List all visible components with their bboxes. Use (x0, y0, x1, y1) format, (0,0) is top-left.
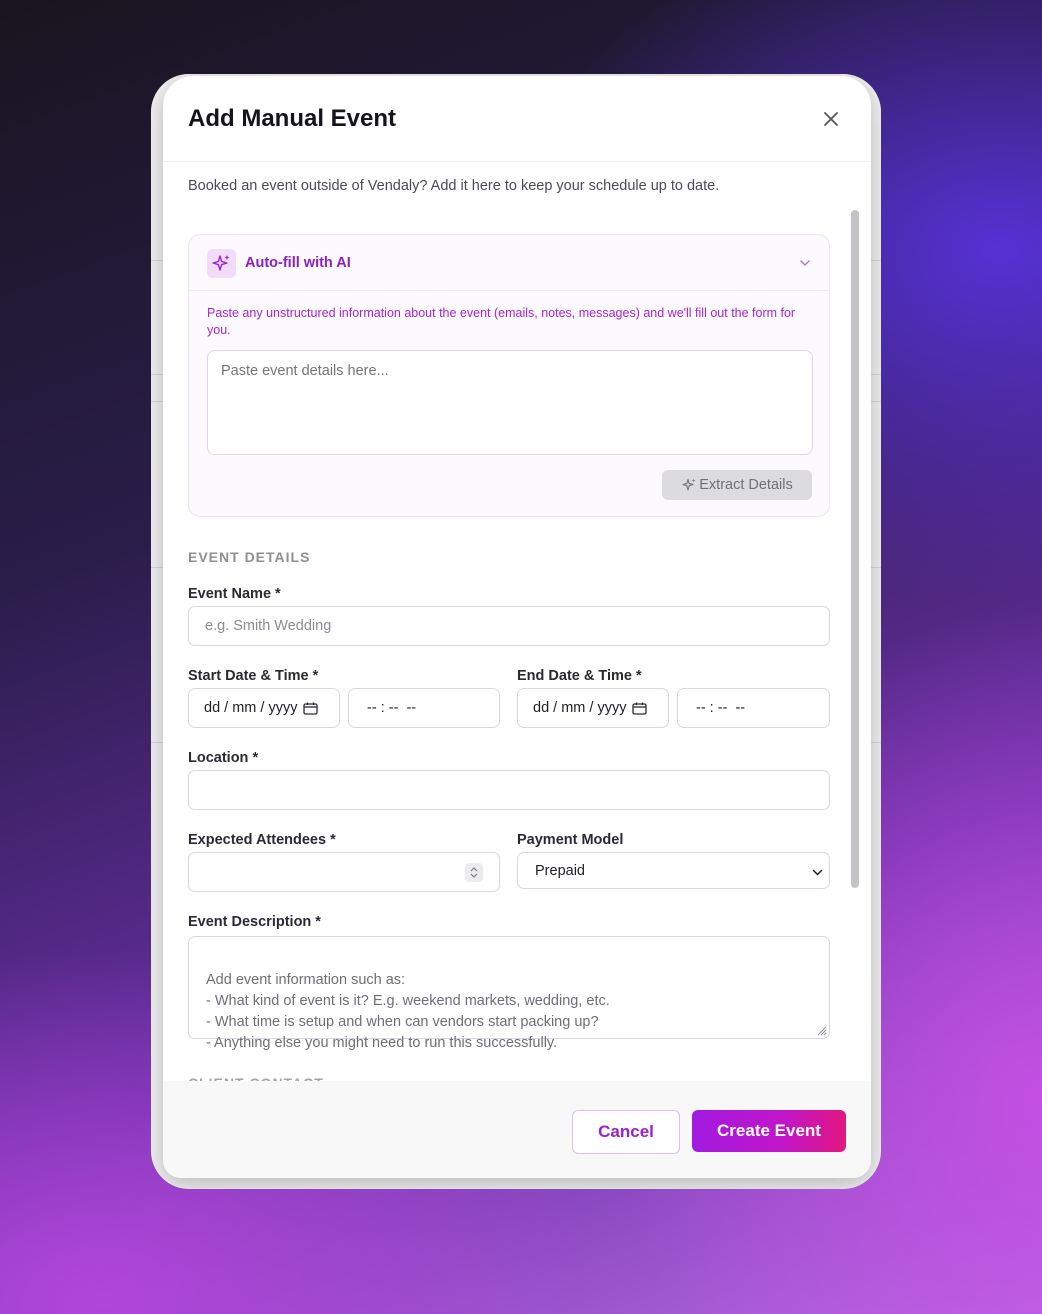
modal-intro: Booked an event outside of Vendaly? Add … (188, 178, 720, 194)
extract-details-button[interactable]: Extract Details (662, 470, 812, 500)
ai-autofill-header[interactable]: Auto-fill with AI (189, 235, 829, 291)
section-heading-event-details: EVENT DETAILS (188, 549, 311, 565)
cancel-button[interactable]: Cancel (572, 1110, 680, 1154)
ai-autofill-panel: Auto-fill with AI Paste any unstructured… (188, 234, 830, 517)
start-date-placeholder: dd / mm / yyyy (204, 700, 298, 716)
close-icon[interactable] (821, 109, 841, 129)
event-name-input[interactable]: e.g. Smith Wedding (188, 606, 830, 646)
description-label: Event Description * (188, 914, 321, 930)
modal-footer: Cancel Create Event (163, 1081, 871, 1178)
start-date-input[interactable]: dd / mm / yyyy (188, 688, 340, 728)
start-datetime-label: Start Date & Time * (188, 668, 319, 684)
end-date-input[interactable]: dd / mm / yyyy (517, 688, 669, 728)
end-datetime-label: End Date & Time * (517, 668, 642, 684)
calendar-icon[interactable] (303, 702, 319, 715)
chevron-down-icon (812, 869, 823, 876)
device-frame: Add Manual Event Booked an event outside… (151, 74, 881, 1189)
modal-title: Add Manual Event (188, 105, 397, 132)
event-name-placeholder: e.g. Smith Wedding (205, 618, 332, 634)
chevron-down-icon[interactable] (799, 257, 811, 269)
end-time-input[interactable]: -- : -- -- (677, 688, 830, 728)
add-event-modal: Add Manual Event Booked an event outside… (163, 76, 871, 1178)
ai-autofill-description: Paste any unstructured information about… (207, 306, 796, 337)
attendees-input[interactable] (188, 852, 500, 892)
event-name-label: Event Name * (188, 586, 281, 602)
location-label: Location * (188, 750, 259, 766)
create-event-button[interactable]: Create Event (692, 1110, 846, 1152)
location-input[interactable] (188, 770, 830, 810)
sparkles-icon (682, 478, 696, 491)
payment-model-value: Prepaid (535, 862, 585, 879)
event-description-textarea[interactable]: Add event information such as: - What ki… (188, 936, 830, 1051)
event-description-placeholder: Add event information such as: - What ki… (206, 972, 610, 1051)
cancel-label: Cancel (598, 1122, 654, 1141)
calendar-icon[interactable] (632, 702, 648, 715)
end-time-placeholder: -- : -- -- (696, 700, 746, 716)
modal-header: Add Manual Event (163, 76, 871, 162)
payment-model-label: Payment Model (517, 832, 624, 848)
extract-details-label: Extract Details (699, 477, 793, 493)
sparkles-icon (207, 249, 236, 278)
start-time-placeholder: -- : -- -- (367, 700, 417, 716)
ai-autofill-title: Auto-fill with AI (245, 255, 351, 271)
ai-paste-textarea[interactable] (207, 350, 813, 455)
end-date-placeholder: dd / mm / yyyy (533, 700, 627, 716)
create-event-label: Create Event (717, 1121, 821, 1140)
payment-model-select[interactable]: Prepaid (517, 852, 830, 889)
start-time-input[interactable]: -- : -- -- (348, 688, 500, 728)
scrollbar[interactable] (851, 210, 859, 888)
attendees-label: Expected Attendees * (188, 832, 336, 848)
stepper-arrows-icon (470, 867, 478, 878)
number-stepper[interactable] (465, 863, 483, 882)
resize-grip-icon[interactable] (815, 1024, 827, 1036)
